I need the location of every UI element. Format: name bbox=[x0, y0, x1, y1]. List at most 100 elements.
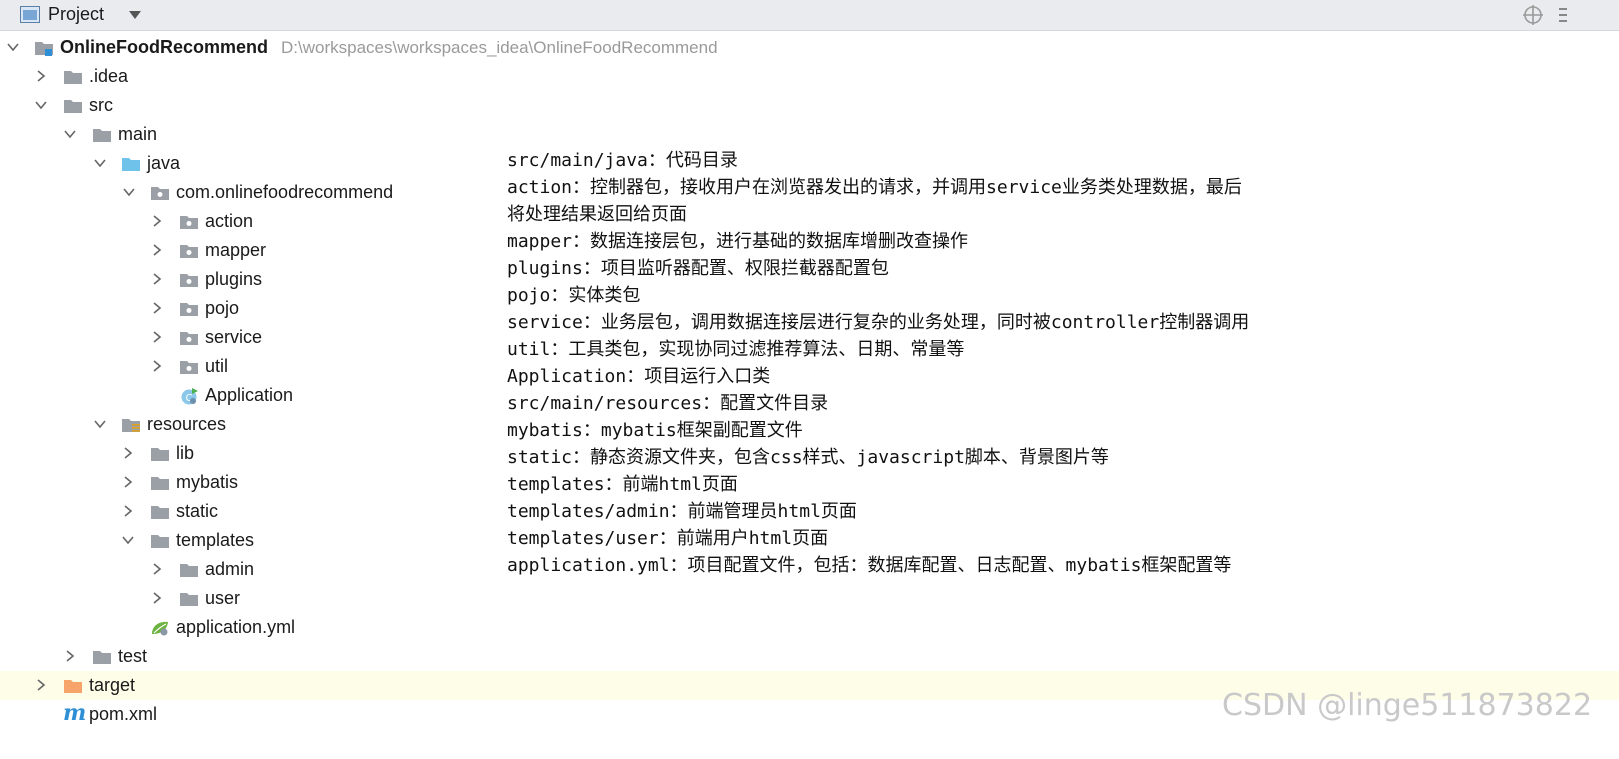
tree-item-label: .idea bbox=[89, 66, 129, 86]
panel-title[interactable]: Project bbox=[48, 4, 104, 25]
maven-icon: m bbox=[63, 700, 87, 726]
project-panel-header: Project bbox=[0, 0, 1619, 31]
note-line: Application：项目运行入口类 bbox=[507, 366, 771, 387]
folder-icon bbox=[64, 71, 82, 84]
chevron-right-icon[interactable] bbox=[150, 330, 164, 344]
tree-item-label: pojo bbox=[205, 298, 240, 318]
chevron-right-icon[interactable] bbox=[34, 69, 48, 83]
package-icon bbox=[180, 216, 198, 229]
tree-item-label: main bbox=[118, 124, 158, 144]
tree-item-label: target bbox=[89, 675, 136, 695]
tree-item-label: application.yml bbox=[176, 617, 296, 637]
chevron-right-icon[interactable] bbox=[150, 214, 164, 228]
tree-item-label: test bbox=[118, 646, 148, 666]
chevron-down-icon[interactable] bbox=[122, 185, 136, 199]
chevron-right-icon[interactable] bbox=[150, 562, 164, 576]
chevron-down-icon[interactable] bbox=[34, 98, 48, 112]
folder-icon bbox=[64, 100, 82, 113]
folder-icon bbox=[93, 129, 111, 142]
spring-yml-file-icon bbox=[152, 621, 168, 636]
project-path: D:\workspaces\workspaces_idea\OnlineFood… bbox=[281, 38, 718, 57]
dropdown-caret-icon[interactable] bbox=[128, 10, 142, 20]
tree-item-label: java bbox=[147, 153, 181, 173]
note-line: plugins：项目监听器配置、权限拦截器配置包 bbox=[507, 258, 889, 279]
chevron-down-icon[interactable] bbox=[93, 156, 107, 170]
tree-item-label: templates bbox=[176, 530, 255, 550]
chevron-down-icon[interactable] bbox=[121, 533, 135, 547]
tree-item-test[interactable]: test bbox=[0, 642, 1619, 671]
package-icon bbox=[180, 361, 198, 374]
note-line: application.yml：项目配置文件，包括：数据库配置、日志配置、myb… bbox=[507, 555, 1232, 576]
module-folder-icon bbox=[35, 42, 53, 56]
tree-item-label: Application bbox=[205, 385, 294, 405]
tree-item-label: util bbox=[205, 356, 229, 376]
folder-icon bbox=[151, 477, 169, 490]
resources-root-folder-icon bbox=[122, 419, 140, 432]
package-icon bbox=[180, 274, 198, 287]
chevron-right-icon[interactable] bbox=[121, 475, 135, 489]
chevron-right-icon[interactable] bbox=[150, 301, 164, 315]
tree-item-onlinefoodrecommend[interactable]: OnlineFoodRecommend D:\workspaces\worksp… bbox=[0, 33, 1619, 62]
note-line: mapper：数据连接层包，进行基础的数据库增删改查操作 bbox=[507, 231, 969, 252]
package-icon bbox=[180, 245, 198, 258]
spring-boot-class-icon: C bbox=[181, 388, 198, 405]
tree-item-label: action bbox=[205, 211, 254, 231]
note-line: action：控制器包，接收用户在浏览器发出的请求，并调用service业务类处… bbox=[507, 177, 1242, 198]
tree-item-label: user bbox=[205, 588, 241, 608]
note-line: src/main/java：代码目录 bbox=[507, 150, 738, 171]
chevron-right-icon[interactable] bbox=[150, 359, 164, 373]
chevron-right-icon[interactable] bbox=[121, 504, 135, 518]
tree-item-user[interactable]: user bbox=[0, 584, 1619, 613]
chevron-down-icon[interactable] bbox=[6, 40, 20, 54]
tree-item-label: resources bbox=[147, 414, 227, 434]
tree-item-label: service bbox=[205, 327, 263, 347]
note-line: util：工具类包，实现协同过滤推荐算法、日期、常量等 bbox=[507, 339, 965, 360]
tree-item-label: plugins bbox=[205, 269, 263, 289]
project-icon bbox=[20, 6, 40, 23]
chevron-right-icon[interactable] bbox=[150, 272, 164, 286]
annotation-notes: src/main/java：代码目录 action：控制器包，接收用户在浏览器发… bbox=[507, 147, 1407, 579]
tree-item-label: admin bbox=[205, 559, 255, 579]
folder-icon bbox=[93, 651, 111, 664]
package-icon bbox=[180, 303, 198, 316]
folder-icon bbox=[180, 564, 198, 577]
chevron-right-icon[interactable] bbox=[63, 649, 77, 663]
chevron-right-icon[interactable] bbox=[150, 243, 164, 257]
excluded-folder-icon bbox=[64, 680, 82, 693]
note-line: templates/admin：前端管理员html页面 bbox=[507, 501, 857, 522]
chevron-right-icon[interactable] bbox=[150, 591, 164, 605]
folder-icon bbox=[151, 535, 169, 548]
note-line: templates/user：前端用户html页面 bbox=[507, 528, 829, 549]
note-line: templates：前端html页面 bbox=[507, 474, 738, 495]
tree-item-label: static bbox=[176, 501, 219, 521]
note-line: mybatis：mybatis框架副配置文件 bbox=[507, 420, 803, 441]
note-line: pojo：实体类包 bbox=[507, 285, 641, 306]
chevron-down-icon[interactable] bbox=[63, 127, 77, 141]
csdn-watermark: CSDN @linge511873822 bbox=[1222, 688, 1593, 723]
tree-item-label: com.onlinefoodrecommend bbox=[176, 182, 394, 202]
tree-item-src[interactable]: src bbox=[0, 91, 1619, 120]
tree-item-label: mapper bbox=[205, 240, 267, 260]
tree-item-idea[interactable]: .idea bbox=[0, 62, 1619, 91]
tree-item-label: lib bbox=[176, 443, 195, 463]
tree-item-main[interactable]: main bbox=[0, 120, 1619, 149]
folder-icon bbox=[151, 448, 169, 461]
folder-icon bbox=[151, 506, 169, 519]
source-root-folder-icon bbox=[122, 158, 140, 171]
note-line: service：业务层包，调用数据连接层进行复杂的业务处理，同时被control… bbox=[507, 312, 1250, 333]
tree-item-label: pom.xml bbox=[89, 704, 158, 724]
tree-item-label: mybatis bbox=[176, 472, 239, 492]
locate-target-icon[interactable] bbox=[1522, 4, 1544, 26]
chevron-right-icon[interactable] bbox=[34, 678, 48, 692]
chevron-down-icon[interactable] bbox=[93, 417, 107, 431]
note-line: src/main/resources：配置文件目录 bbox=[507, 393, 829, 414]
tree-item-application-yml[interactable]: application.yml bbox=[0, 613, 1619, 642]
note-line: 将处理结果返回给页面 bbox=[507, 204, 687, 225]
chevron-right-icon[interactable] bbox=[121, 446, 135, 460]
folder-icon bbox=[180, 593, 198, 606]
tree-item-label: src bbox=[89, 95, 113, 115]
more-options-icon[interactable] bbox=[1558, 5, 1568, 25]
package-icon bbox=[151, 187, 169, 200]
note-line: static：静态资源文件夹，包含css样式、javascript脚本、背景图片… bbox=[507, 447, 1109, 468]
package-icon bbox=[180, 332, 198, 345]
